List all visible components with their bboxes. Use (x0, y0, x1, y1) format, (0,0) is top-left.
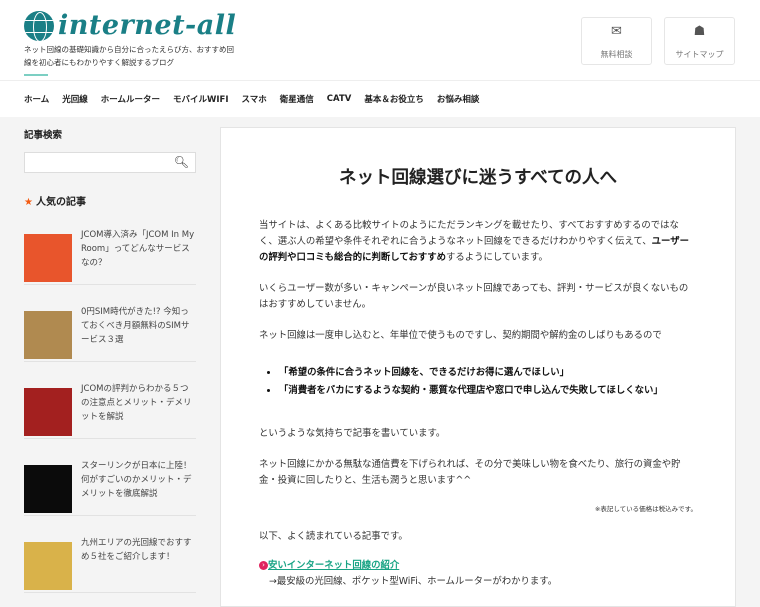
paragraph: いくらユーザー数が多い・キャンペーンが良いネット回線であっても、評判・サービスが… (259, 283, 689, 310)
site-logo[interactable]: internet-all (24, 10, 236, 41)
nav-basics[interactable]: 基本＆お役立ち (364, 93, 424, 105)
sitemap-button[interactable]: ☗ サイトマップ (664, 17, 735, 65)
envelope-icon: ✉ (611, 24, 622, 39)
paragraph: ネット回線にかかる無駄な通信費を下げられれば、その分で美味しい物を食べたり、旅行… (259, 459, 681, 486)
popular-article[interactable]: JCOMの評判からわかる５つの注意点とメリット・デメリットを解説 (24, 362, 196, 439)
nav-smartphone[interactable]: スマホ (242, 93, 267, 105)
link-description: →最安級の光回線、ポケット型WiFi、ホームルーターがわかります。 (269, 576, 558, 587)
free-consult-label: 無料相談 (600, 50, 633, 59)
nav-mobile-wifi[interactable]: モバイルWIFI (173, 93, 229, 105)
sitemap-icon: ☗ (693, 24, 706, 39)
popular-article[interactable]: スターリンクが日本に上陸！何がすごいのかメリット・デメリットを徹底解説 (24, 439, 196, 516)
search-title: 記事検索 (24, 130, 63, 141)
paragraph: ネット回線は一度申し込むと、年単位で使うものですし、契約期間や解約金のしばりもあ… (259, 330, 662, 341)
bullet-list: 「希望の条件に合うネット回線を、できるだけお得に選んでほしい」 「消費者をバカに… (279, 364, 697, 400)
article-thumbnail[interactable] (24, 311, 72, 359)
article-thumbnail[interactable] (24, 542, 72, 590)
article-title[interactable]: JCOMの評判からわかる５つの注意点とメリット・デメリットを解説 (81, 382, 196, 426)
free-consult-button[interactable]: ✉ 無料相談 (581, 17, 652, 65)
page-title: ネット回線選びに迷うすべての人へ (338, 168, 618, 188)
nav-consult[interactable]: お悩み相談 (437, 93, 480, 105)
logo-text: internet-all (58, 10, 237, 41)
popular-title-text: 人気の記事 (35, 197, 86, 208)
nav-home[interactable]: ホーム (24, 74, 49, 105)
article-title[interactable]: 九州エリアの光回線でおすすめ５社をご紹介します！ (81, 536, 196, 580)
cheap-internet-link[interactable]: 安いインターネット回線の紹介 (268, 560, 399, 571)
article-thumbnail[interactable] (24, 465, 72, 513)
paragraph: 以下、よく読まれている記事です。 (259, 531, 408, 542)
price-note: ※表記している価格は税込みです。 (594, 505, 697, 513)
main-content: ネット回線選びに迷うすべての人へ 当サイトは、よくある比較サイトのようにただラン… (220, 127, 736, 607)
intro-paragraph: 当サイトは、よくある比較サイトのようにただランキングを載せたり、すべておすすめす… (259, 220, 689, 263)
popular-title: ★ 人気の記事 (24, 193, 196, 208)
popular-article[interactable]: JCOM導入済み「JCOM In My Room」ってどんなサービスなの？ (24, 208, 196, 285)
popular-article[interactable]: 九州エリアの光回線でおすすめ５社をご紹介します！ (24, 516, 196, 593)
article-title[interactable]: 0円SIM時代がきた!? 今知っておくべき月額無料のSIMサービス３選 (81, 305, 196, 349)
article-thumbnail[interactable] (24, 388, 72, 436)
nav-catv[interactable]: CATV (327, 94, 352, 104)
paragraph: というような気持ちで記事を書いています。 (259, 428, 446, 439)
nav-satellite[interactable]: 衛星通信 (280, 93, 314, 105)
bullet-item: 「消費者をバカにするような契約・悪質な代理店や窓口で申し込んで失敗してほしくない… (279, 382, 697, 400)
search-icon[interactable]: 🔍︎ (174, 155, 189, 169)
main-nav: ホーム 光回線 ホームルーター モバイルWIFI スマホ 衛星通信 CATV 基… (0, 74, 760, 117)
popular-article[interactable]: 0円SIM時代がきた!? 今知っておくべき月額無料のSIMサービス３選 (24, 285, 196, 362)
article-title[interactable]: JCOM導入済み「JCOM In My Room」ってどんなサービスなの？ (81, 228, 196, 272)
globe-icon (24, 10, 54, 41)
sitemap-label: サイトマップ (675, 50, 724, 59)
search-input[interactable]: 🔍︎ (24, 152, 196, 173)
nav-fiber[interactable]: 光回線 (62, 93, 88, 105)
site-tagline: ネット回線の基礎知識から自分に合ったえらび方、おすすめ回線を初心者にもわかりやす… (24, 45, 234, 67)
article-title[interactable]: スターリンクが日本に上陸！何がすごいのかメリット・デメリットを徹底解説 (81, 459, 196, 503)
nav-home-router[interactable]: ホームルーター (101, 93, 160, 105)
site-header: internet-all ネット回線の基礎知識から自分に合ったえらび方、おすすめ… (0, 0, 760, 80)
sidebar: 記事検索 🔍︎ ★ 人気の記事 JCOM導入済み「JCOM In My Room」… (24, 127, 196, 593)
star-icon: ★ (24, 197, 33, 208)
bullet-item: 「希望の条件に合うネット回線を、できるだけお得に選んでほしい」 (279, 364, 697, 382)
article-thumbnail[interactable] (24, 234, 72, 282)
arrow-circle-icon: › (259, 561, 268, 570)
